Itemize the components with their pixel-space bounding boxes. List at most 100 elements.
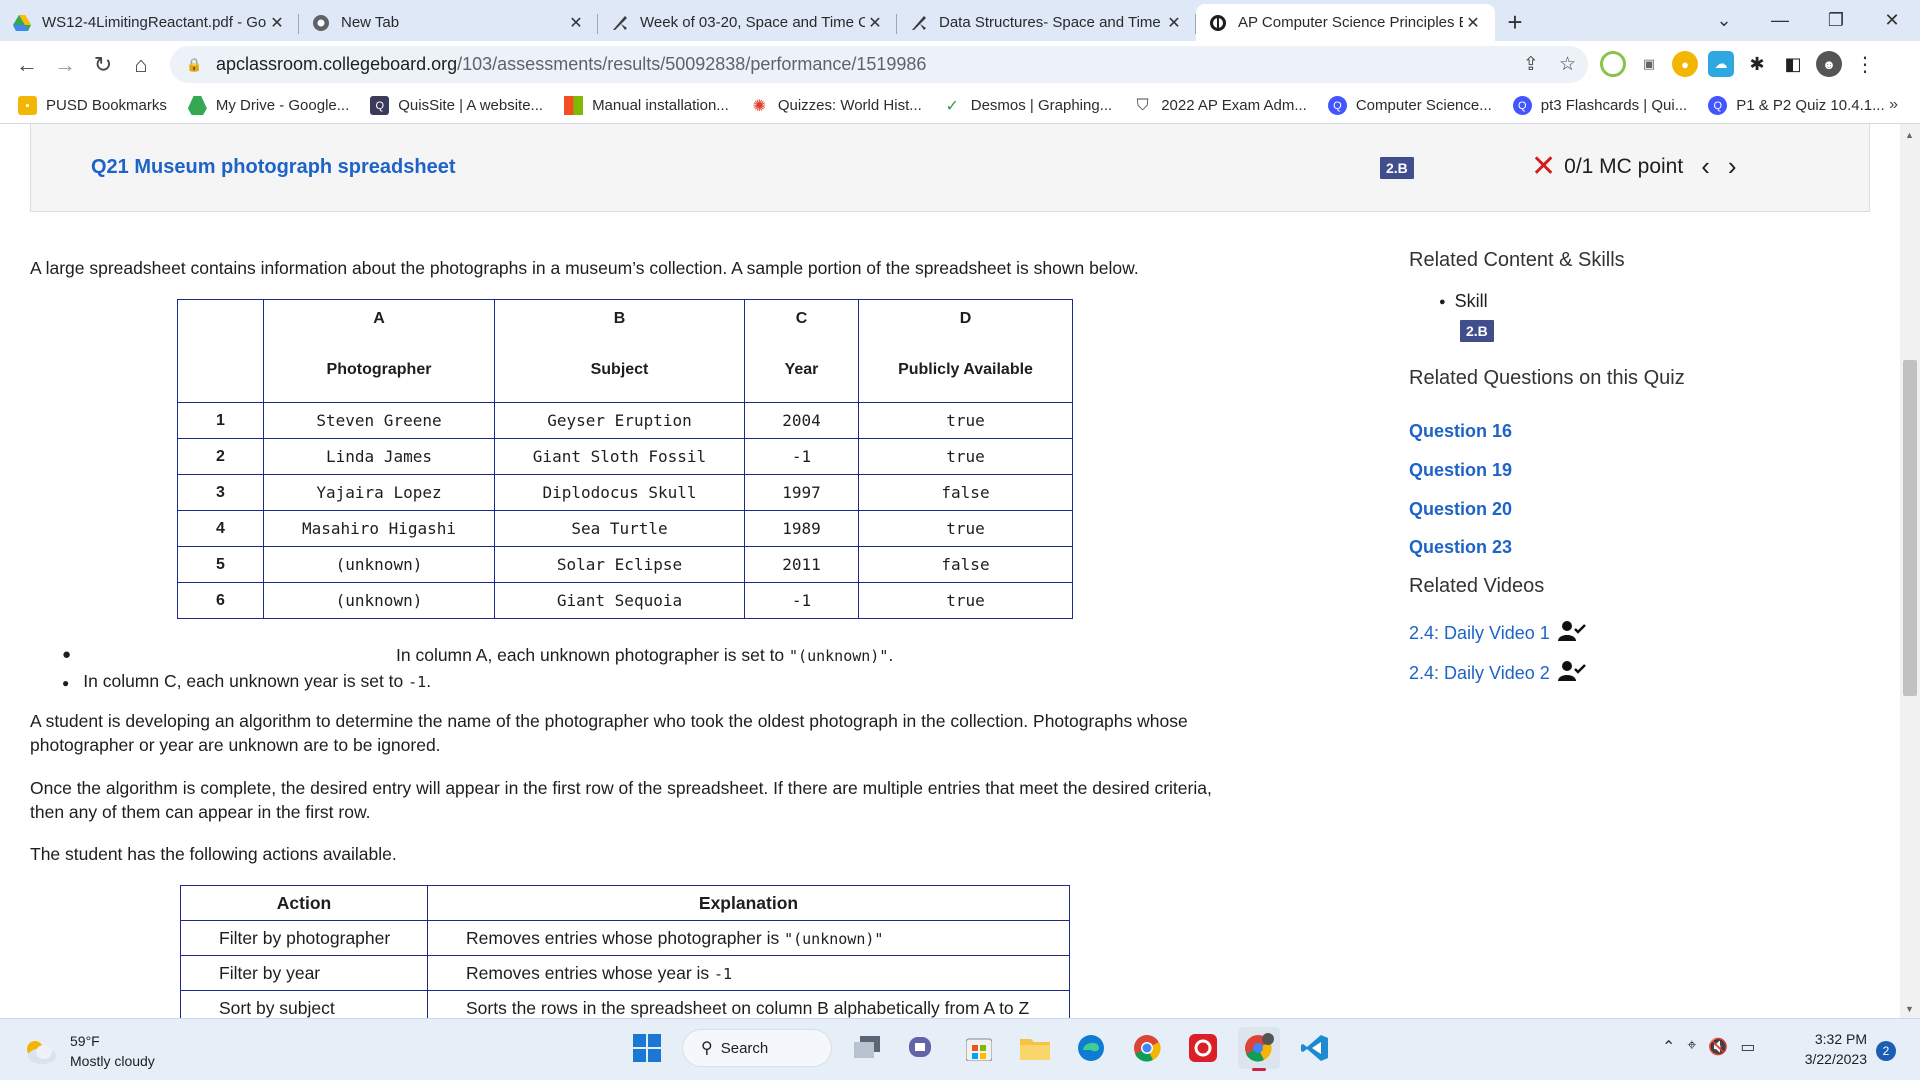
creative-cloud-icon[interactable]	[1182, 1027, 1224, 1069]
menu-kebab-icon[interactable]: ⋮	[1852, 51, 1878, 77]
chrome-profile-icon[interactable]	[1238, 1027, 1280, 1071]
scrollbar-thumb[interactable]	[1903, 360, 1917, 696]
profile-avatar-icon[interactable]: ☻	[1816, 51, 1842, 77]
tab-week-0320[interactable]: Week of 03-20, Space and Time C ✕	[598, 4, 897, 41]
quizlet-icon: Q	[1708, 96, 1728, 115]
volume-mute-icon[interactable]: 🔇	[1708, 1037, 1728, 1057]
tab-data-structures[interactable]: Data Structures- Space and Time ✕	[897, 4, 1196, 41]
url-text[interactable]: apclassroom.collegeboard.org/103/assessm…	[216, 54, 926, 75]
tab-search-icon[interactable]: ⌄	[1696, 10, 1752, 31]
collegeboard-icon	[1208, 14, 1228, 32]
share-icon[interactable]: ⇪	[1523, 53, 1539, 76]
close-icon[interactable]: ✕	[566, 13, 586, 33]
extension-on-icon[interactable]: ●	[1672, 51, 1698, 77]
table-cell: Linda James	[263, 438, 495, 475]
home-icon[interactable]: ⌂	[122, 52, 160, 78]
lock-icon[interactable]: 🔒	[186, 57, 206, 73]
close-icon[interactable]: ✕	[267, 13, 287, 33]
table-row: 3 Yajaira Lopez Diplodocus Skull 1997 fa…	[177, 474, 1073, 511]
page-scrollbar[interactable]: ▲ ▼	[1900, 124, 1920, 1018]
related-video-link[interactable]: 2.4: Daily Video 1	[1409, 620, 1586, 647]
bookmark-item[interactable]: ⛉ 2022 AP Exam Adm...	[1133, 96, 1307, 115]
action-name: Filter by photographer	[180, 920, 428, 956]
cast-icon[interactable]: ▣	[1636, 51, 1662, 77]
bullet-unknown-photographer: In column A, each unknown photographer i…	[396, 645, 894, 665]
scroll-down-icon[interactable]: ▼	[1905, 1004, 1914, 1014]
algorithm-description: A student is developing an algorithm to …	[30, 711, 1188, 755]
vscode-icon[interactable]	[1294, 1027, 1336, 1069]
extension-cloud-icon[interactable]: ☁	[1708, 51, 1734, 77]
related-question-link[interactable]: Question 20	[1409, 499, 1512, 520]
file-explorer-icon[interactable]	[1014, 1027, 1056, 1069]
table-cell: Steven Greene	[263, 402, 495, 439]
microsoft-store-icon[interactable]	[958, 1027, 1000, 1069]
network-icon[interactable]: ⌖	[1687, 1037, 1696, 1057]
close-icon[interactable]: ✕	[1463, 13, 1483, 33]
tab-ws12[interactable]: WS12-4LimitingReactant.pdf - Go ✕	[0, 4, 299, 41]
back-icon[interactable]: ←	[8, 52, 46, 78]
close-window-icon[interactable]: ✕	[1864, 10, 1920, 31]
reload-icon[interactable]: ↻	[84, 52, 122, 78]
bookmark-item[interactable]: ✺ Quizzes: World Hist...	[749, 96, 922, 115]
extensions-puzzle-icon[interactable]: ✱	[1744, 51, 1770, 77]
table-cell: true	[858, 402, 1073, 439]
related-question-link[interactable]: Question 16	[1409, 421, 1512, 442]
taskbar-search[interactable]: ⚲ Search	[682, 1029, 832, 1067]
minimize-icon[interactable]: —	[1752, 10, 1808, 31]
bookmark-item[interactable]: My Drive - Google...	[187, 96, 349, 115]
battery-icon[interactable]: ▭	[1740, 1037, 1755, 1057]
windows-start-icon[interactable]	[626, 1027, 668, 1069]
chevron-up-icon[interactable]: ⌃	[1662, 1037, 1675, 1057]
bookmark-item[interactable]: ✓ Desmos | Graphing...	[942, 96, 1112, 115]
table-cell: false	[858, 546, 1073, 583]
related-question-link[interactable]: Question 23	[1409, 537, 1512, 558]
side-panel-icon[interactable]: ◧	[1780, 51, 1806, 77]
clock[interactable]: 3:32 PM 3/22/2023	[1795, 1029, 1867, 1069]
tab-new-tab[interactable]: New Tab ✕	[299, 4, 598, 41]
extension-ring-icon[interactable]	[1600, 51, 1626, 77]
previous-question-chevron-icon[interactable]: ‹	[1701, 151, 1710, 182]
bookmark-item[interactable]: Qpt3 Flashcards | Qui...	[1512, 96, 1687, 115]
cloud-icon	[27, 1041, 56, 1064]
scroll-up-icon[interactable]: ▲	[1905, 130, 1914, 140]
skill-badge: 2.B	[1460, 320, 1494, 342]
new-tab-button[interactable]: +	[1495, 4, 1535, 41]
bookmark-item[interactable]: Q Computer Science...	[1327, 96, 1492, 115]
row-number: 2	[177, 438, 264, 475]
related-question-link[interactable]: Question 19	[1409, 460, 1512, 481]
chrome-icon[interactable]	[1126, 1027, 1168, 1069]
windows-taskbar: 59°F Mostly cloudy ⚲ Search ⌃ ⌖ 🔇 ▭ 3:32 P…	[0, 1018, 1920, 1080]
restore-icon[interactable]: ❐	[1808, 10, 1864, 31]
google-drive-icon	[12, 14, 32, 32]
table-row: Filter by photographer Removes entries w…	[180, 920, 1070, 956]
column-header: A Photographer	[263, 299, 495, 403]
canvas-icon: ✺	[749, 96, 769, 115]
skill-badge: 2.B	[1380, 157, 1414, 179]
question-title[interactable]: Q21 Museum photograph spreadsheet	[91, 156, 456, 179]
teams-chat-icon[interactable]	[902, 1027, 944, 1069]
bookmark-star-icon[interactable]: ☆	[1559, 53, 1576, 76]
skill-item: ● Skill	[1439, 291, 1488, 311]
bookmark-item[interactable]: ▪ PUSD Bookmarks	[18, 96, 167, 115]
task-view-icon[interactable]	[846, 1027, 888, 1069]
next-question-chevron-icon[interactable]: ›	[1728, 151, 1737, 182]
edge-browser-icon[interactable]	[1070, 1027, 1112, 1069]
bookmark-item[interactable]: Q QuisSite | A website...	[370, 96, 543, 115]
row-number: 3	[177, 474, 264, 511]
bookmark-item[interactable]: Manual installation...	[564, 96, 729, 115]
related-video-link[interactable]: 2.4: Daily Video 2	[1409, 660, 1586, 687]
weather-widget[interactable]: 59°F Mostly cloudy	[22, 1031, 155, 1071]
table-row: Sort by subject Sorts the rows in the sp…	[180, 990, 1070, 1018]
tab-ap-csp[interactable]: AP Computer Science Principles E ✕	[1196, 4, 1495, 41]
incorrect-x-icon: ✕	[1531, 149, 1557, 183]
more-bookmarks-icon[interactable]: »	[1889, 96, 1898, 114]
address-bar[interactable]: 🔒 apclassroom.collegeboard.org/103/asses…	[170, 46, 1588, 83]
close-icon[interactable]: ✕	[865, 13, 885, 33]
spreadsheet-header-row: A Photographer B Subject C Year D Publicly A…	[177, 299, 1073, 403]
question-prompt: A large spreadsheet contains information…	[30, 258, 1139, 278]
bookmark-item[interactable]: Q P1 & P2 Quiz 10.4.1...	[1708, 96, 1885, 115]
close-icon[interactable]: ✕	[1164, 13, 1184, 33]
notification-badge[interactable]: 2	[1876, 1041, 1896, 1061]
forward-icon[interactable]: →	[46, 52, 84, 78]
table-cell: false	[858, 474, 1073, 511]
